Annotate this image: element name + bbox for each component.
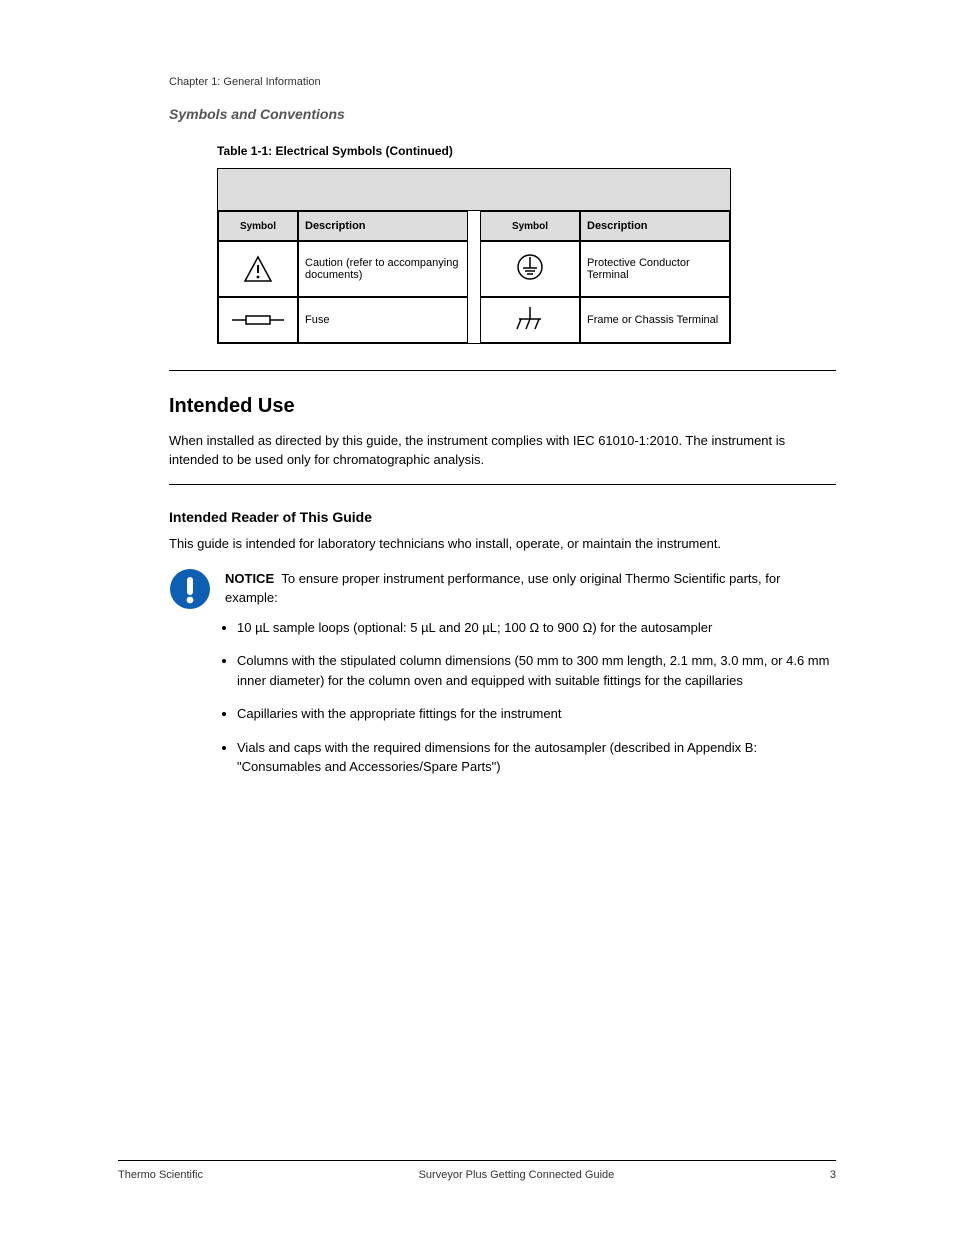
footer-right: 3 xyxy=(830,1169,836,1181)
intended-use-paragraph: When installed as directed by this guide… xyxy=(169,432,836,470)
cell-desc: Caution (refer to accompanying documents… xyxy=(298,241,468,297)
page-footer: Thermo Scientific Surveyor Plus Getting … xyxy=(118,1160,836,1181)
intended-reader-paragraph: This guide is intended for laboratory te… xyxy=(169,535,836,554)
notice-icon xyxy=(169,568,211,610)
intended-use-heading: Intended Use xyxy=(169,395,836,418)
table-row: Caution (refer to accompanying documents… xyxy=(218,241,730,297)
intended-reader-heading: Intended Reader of This Guide xyxy=(169,509,836,525)
col-desc-2: Description xyxy=(580,211,730,241)
notice-block: NOTICE To ensure proper instrument perfo… xyxy=(169,568,836,777)
list-item: Capillaries with the appropriate fitting… xyxy=(237,704,836,724)
table-header-merged xyxy=(218,169,730,211)
list-item: Vials and caps with the required dimensi… xyxy=(237,738,836,777)
cell-desc: Frame or Chassis Terminal xyxy=(580,297,730,343)
table-caption: Table 1-1: Electrical Symbols (Continued… xyxy=(217,144,836,158)
notice-label: NOTICE xyxy=(225,571,274,586)
caution-icon xyxy=(218,241,298,297)
col-symbol-1: Symbol xyxy=(218,211,298,241)
cell-desc: Protective Conductor Terminal xyxy=(580,241,730,297)
divider xyxy=(169,370,836,371)
col-symbol-2: Symbol xyxy=(480,211,580,241)
notice-text: NOTICE To ensure proper instrument perfo… xyxy=(225,570,836,606)
symbol-table: Symbol Description Symbol Description Ca… xyxy=(217,168,731,344)
notice-list: 10 µL sample loops (optional: 5 µL and 2… xyxy=(169,618,836,777)
chassis-terminal-icon xyxy=(480,297,580,343)
page: Chapter 1: General Information Symbols a… xyxy=(0,0,954,1235)
section-label: Symbols and Conventions xyxy=(169,106,836,122)
list-item: Columns with the stipulated column dimen… xyxy=(237,651,836,690)
list-item: 10 µL sample loops (optional: 5 µL and 2… xyxy=(237,618,836,638)
footer-center: Surveyor Plus Getting Connected Guide xyxy=(419,1169,615,1181)
table-subheader-row: Symbol Description Symbol Description xyxy=(218,211,730,241)
cell-desc: Fuse xyxy=(298,297,468,343)
divider xyxy=(169,484,836,485)
col-desc-1: Description xyxy=(298,211,468,241)
notice-body: To ensure proper instrument performance,… xyxy=(225,571,780,604)
table-row: Fuse Frame or Chassis Terminal xyxy=(218,297,730,343)
footer-left: Thermo Scientific xyxy=(118,1169,203,1181)
fuse-icon xyxy=(218,297,298,343)
chapter-label: Chapter 1: General Information xyxy=(169,76,836,88)
protective-conductor-icon xyxy=(480,241,580,297)
